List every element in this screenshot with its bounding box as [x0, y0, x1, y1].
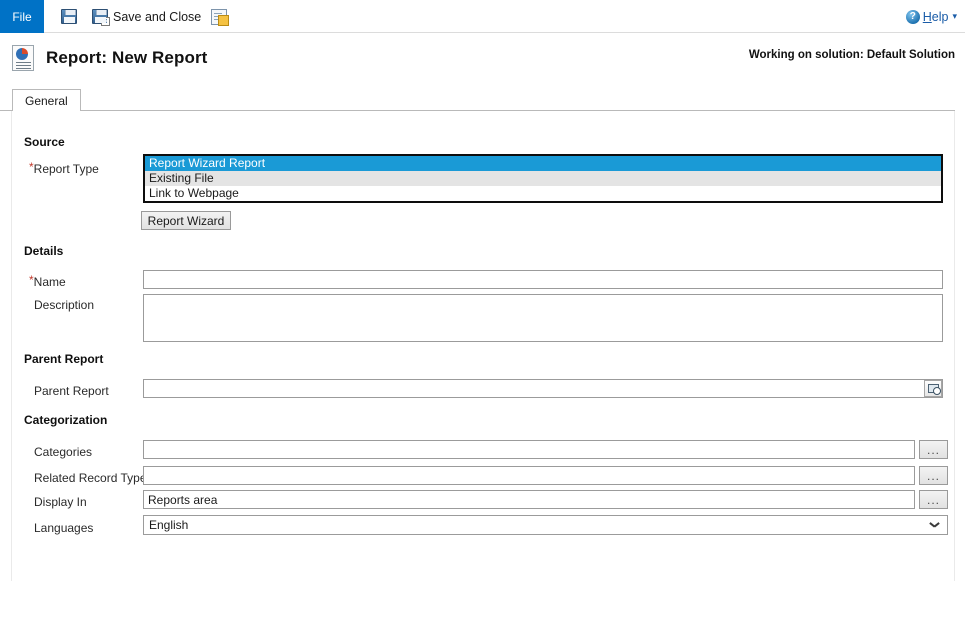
report-type-label: *Report Type [29, 160, 99, 176]
solution-context-label: Working on solution: Default Solution [748, 49, 955, 61]
save-as-new-button[interactable] [206, 3, 237, 30]
help-label[interactable]: Help [923, 10, 949, 24]
help-accesskey: H [922, 9, 932, 24]
parent-report-lookup-button[interactable] [924, 380, 942, 397]
form-body: Source *Report Type Report Wizard Report… [11, 111, 955, 581]
close-badge-icon: x [101, 17, 110, 26]
related-record-types-input[interactable] [143, 466, 915, 485]
section-header-details: Details [24, 244, 64, 258]
report-wizard-button[interactable]: Report Wizard [141, 211, 231, 230]
parent-report-label: Parent Report [34, 384, 109, 398]
chevron-down-icon [930, 522, 939, 527]
display-in-browse-button[interactable]: ... [919, 490, 948, 509]
description-textarea[interactable] [143, 294, 943, 342]
report-type-option-report-wizard-report[interactable]: Report Wizard Report [145, 156, 941, 171]
page-title-group: Report: New Report [12, 45, 207, 71]
categories-input[interactable] [143, 440, 915, 459]
section-header-parent-report: Parent Report [24, 352, 104, 366]
display-in-input[interactable] [143, 490, 915, 509]
help-label-rest: elp [931, 9, 949, 24]
parent-report-input[interactable] [143, 379, 943, 398]
related-record-types-label: Related Record Types [34, 471, 153, 485]
categories-label: Categories [34, 445, 93, 459]
save-close-floppy-icon: x [92, 9, 110, 26]
chevron-down-icon: ▾ [952, 11, 957, 21]
name-input[interactable] [143, 270, 943, 289]
section-header-categorization: Categorization [24, 413, 108, 427]
languages-selected-value: English [149, 518, 189, 532]
tab-general[interactable]: General [12, 89, 81, 111]
document-lines-glyph [16, 62, 31, 63]
report-type-option-link-to-webpage[interactable]: Link to Webpage [145, 186, 941, 201]
categories-browse-button[interactable]: ... [919, 440, 948, 459]
command-bar: File x Save and Close ? Help ▾ [0, 0, 965, 33]
file-tab[interactable]: File [0, 0, 44, 33]
languages-select[interactable]: English [143, 515, 948, 535]
report-icon [12, 45, 34, 71]
save-and-close-label: Save and Close [113, 9, 202, 24]
tab-general-label: General [25, 93, 68, 108]
new-record-icon [211, 8, 230, 26]
file-tab-label: File [12, 9, 32, 24]
languages-label: Languages [34, 521, 94, 535]
description-label: Description [34, 298, 95, 312]
save-and-close-button[interactable]: x Save and Close [87, 3, 206, 30]
report-type-option-existing-file[interactable]: Existing File [145, 171, 941, 186]
lookup-icon [927, 384, 941, 395]
report-type-listbox[interactable]: Report Wizard Report Existing File Link … [143, 154, 943, 203]
form-tabstrip: General [0, 89, 965, 111]
pie-chart-glyph [16, 48, 28, 60]
command-buttons: x Save and Close [56, 0, 237, 33]
display-in-label: Display In [34, 495, 87, 509]
save-button[interactable] [56, 3, 87, 30]
name-label: *Name [29, 273, 66, 289]
related-record-types-browse-button[interactable]: ... [919, 466, 948, 485]
help-icon: ? [905, 9, 920, 24]
save-floppy-icon [61, 9, 77, 24]
page-header: Report: New Report Working on solution: … [0, 33, 965, 77]
help-menu[interactable]: ? Help ▾ [905, 0, 957, 33]
page-title: Report: New Report [46, 48, 208, 67]
section-header-source: Source [24, 135, 65, 149]
